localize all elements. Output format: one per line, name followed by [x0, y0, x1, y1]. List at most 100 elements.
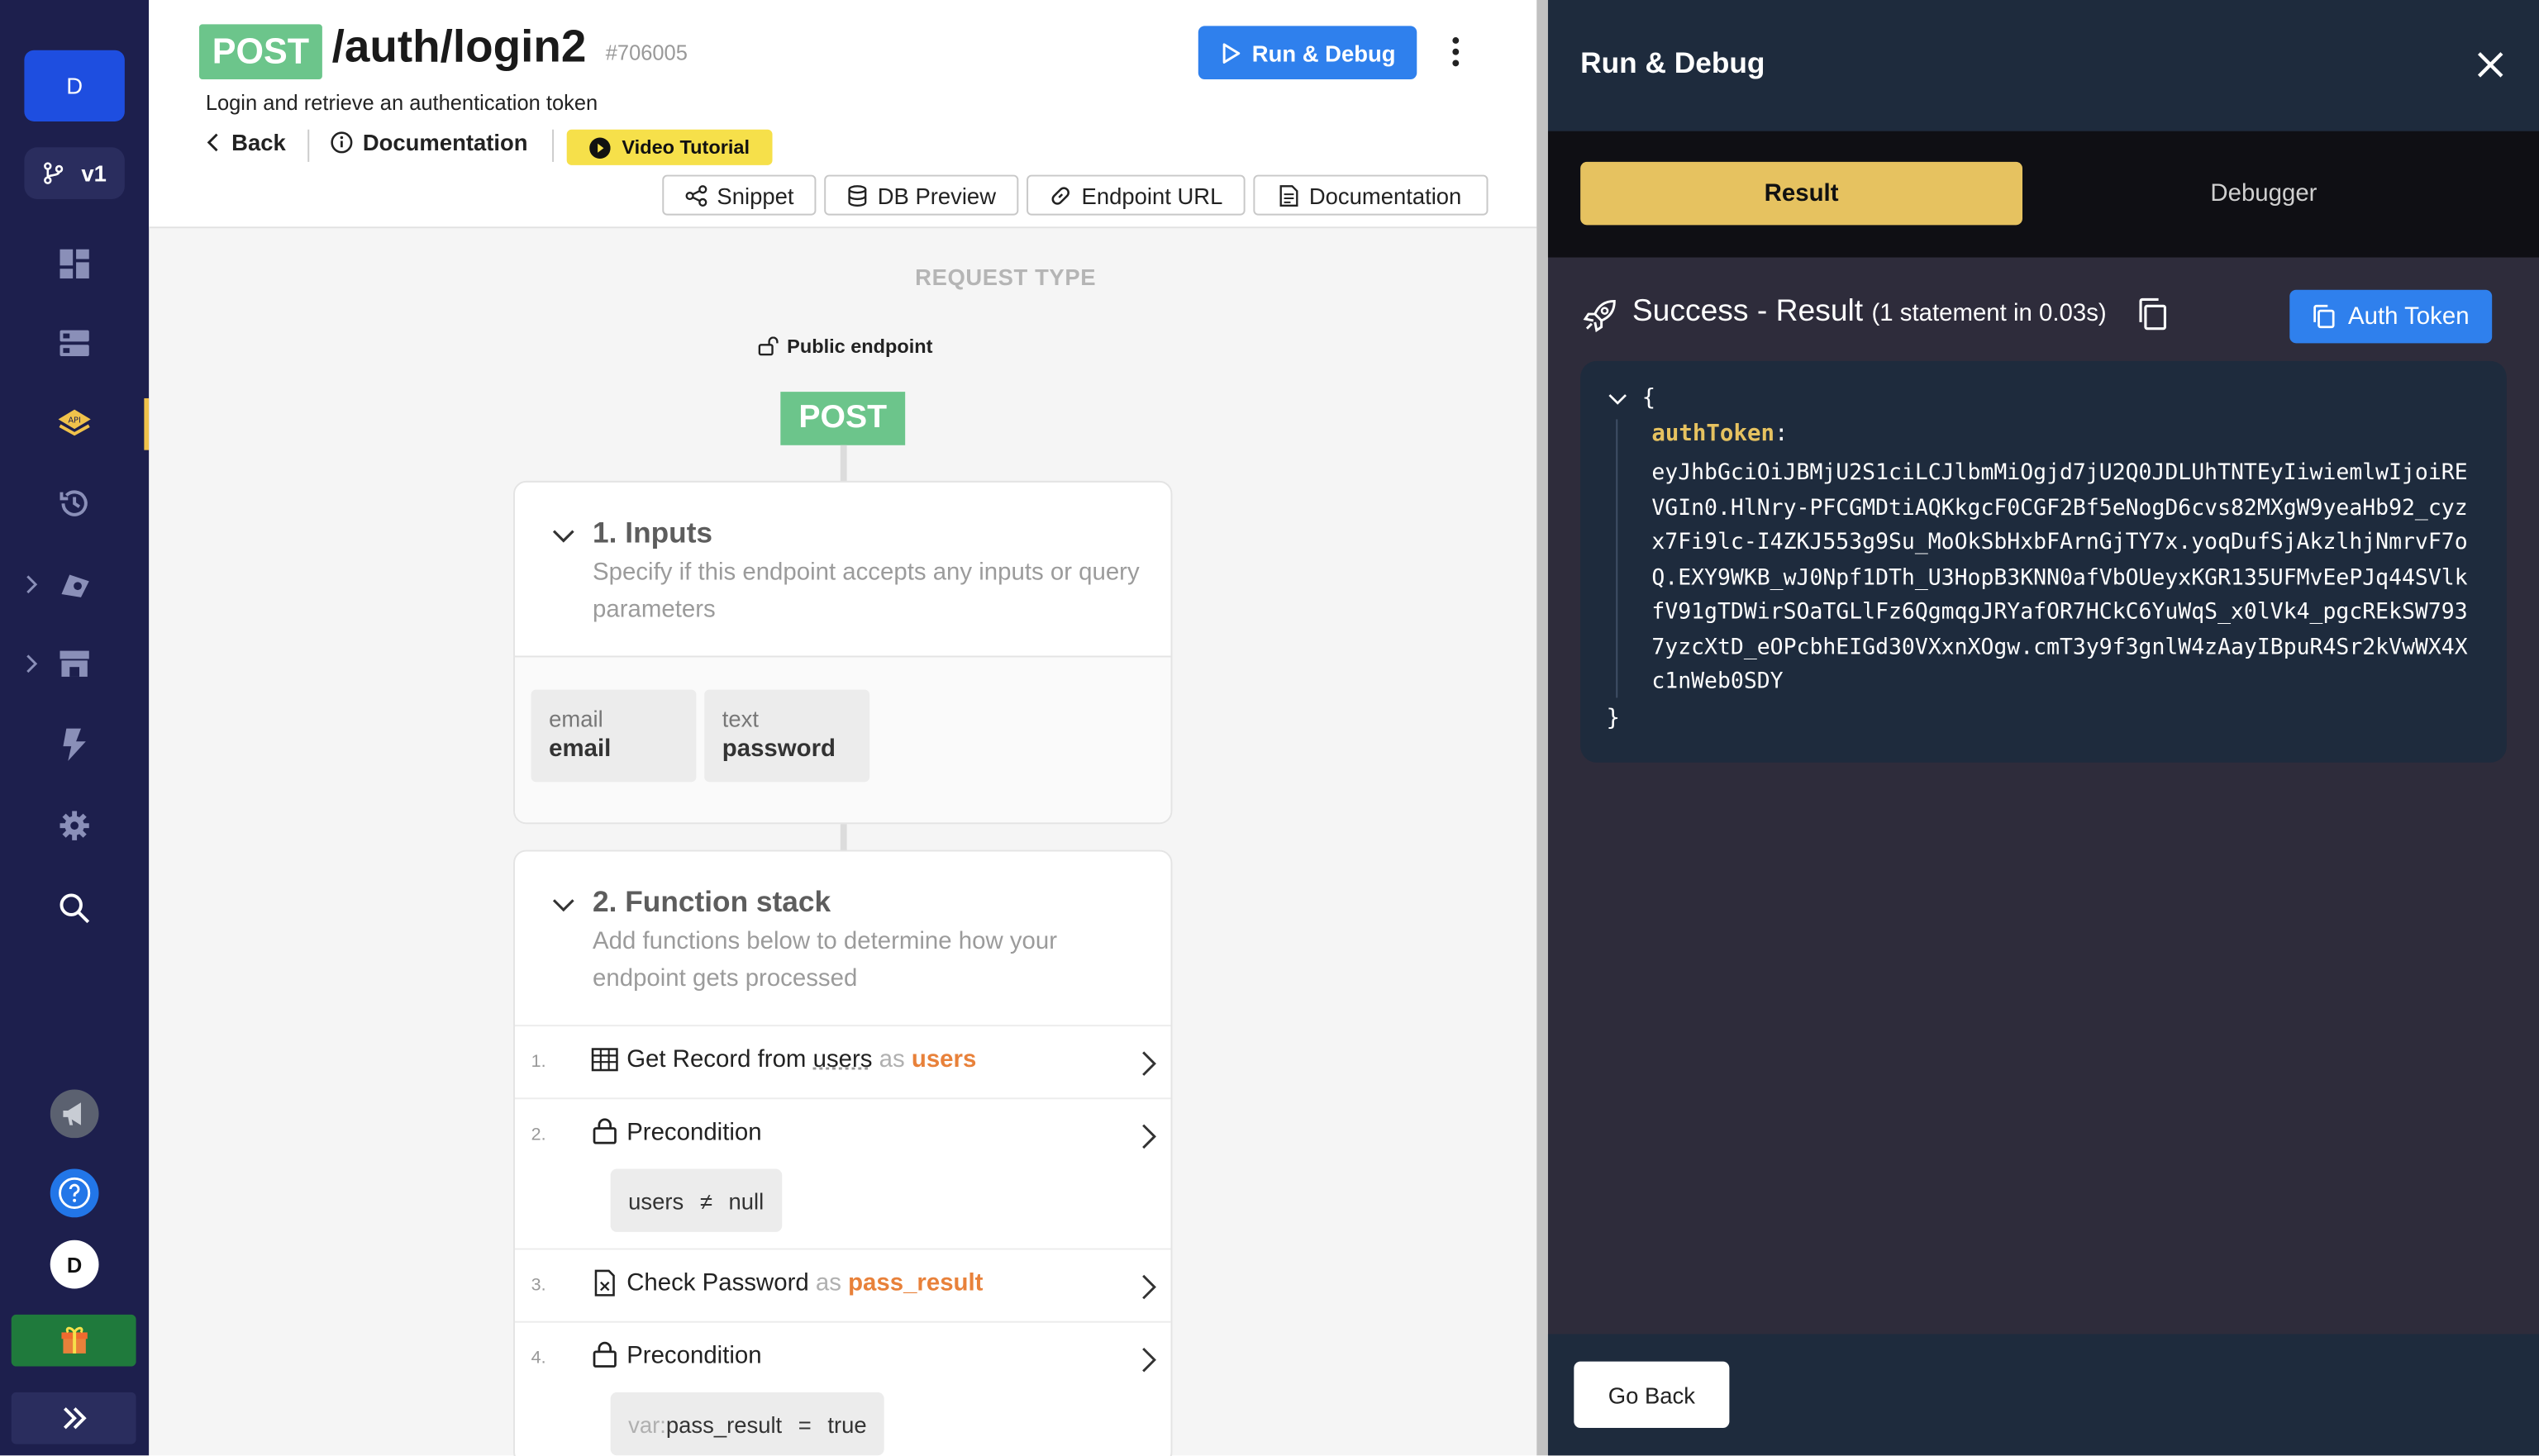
input-chip-email[interactable]: email email: [531, 689, 697, 783]
endpoint-header: POST /auth/login2 #706005 Login and retr…: [149, 0, 1537, 229]
condition-prefix: var:: [628, 1411, 666, 1437]
marketplace-icon[interactable]: [49, 638, 101, 690]
copy-icon[interactable]: [2136, 297, 2168, 332]
history-icon[interactable]: [49, 478, 101, 530]
step-label: Precondition: [626, 1118, 762, 1147]
link-icon: [1051, 186, 1069, 204]
endpoint-description: Login and retrieve an authentication tok…: [205, 90, 598, 116]
function-step[interactable]: 3. Check Password as pass_result: [515, 1248, 1171, 1321]
step-number: 2.: [531, 1125, 546, 1145]
scrollbar[interactable]: [1536, 0, 1548, 1456]
settings-icon[interactable]: [49, 800, 101, 852]
expand-icon[interactable]: [11, 1392, 136, 1444]
document-icon: [1280, 184, 1299, 207]
condition-right: null: [728, 1187, 765, 1214]
panel-header: Run & Debug: [1547, 0, 2539, 131]
condition-operator: ≠: [699, 1187, 712, 1214]
run-debug-button[interactable]: Run & Debug: [1198, 26, 1417, 79]
gift-icon[interactable]: [11, 1314, 136, 1367]
db-preview-button[interactable]: DB Preview: [824, 174, 1019, 216]
lock-icon: [593, 1118, 617, 1144]
step-as: as: [879, 1045, 905, 1073]
expand-marketplace-chevron-icon[interactable]: [22, 648, 42, 680]
json-value[interactable]: eyJhbGciOiJBMjU2S1ciLCJlbmMiOgjd7jU2Q0JD…: [1651, 456, 2480, 700]
search-icon[interactable]: [49, 883, 101, 935]
step-number: 1.: [531, 1052, 546, 1072]
condition-expression[interactable]: users ≠ null: [610, 1168, 782, 1232]
database-icon: [848, 184, 867, 207]
triggers-icon[interactable]: [49, 719, 101, 771]
input-type: text: [722, 706, 760, 732]
input-name: password: [722, 735, 836, 763]
back-label: Back: [231, 129, 286, 156]
collapse-chevron-icon[interactable]: [1608, 390, 1627, 410]
json-key: authToken:: [1651, 421, 1789, 447]
copy-icon: [2313, 304, 2335, 329]
connector: [840, 445, 847, 483]
play-circle-icon: [589, 136, 611, 159]
help-icon[interactable]: [50, 1168, 99, 1218]
inputs-list: email email text password: [515, 655, 1171, 823]
chevron-down-icon[interactable]: [550, 523, 576, 549]
endpoint-url-button[interactable]: Endpoint URL: [1027, 174, 1246, 216]
divider: [307, 129, 310, 162]
password-file-icon: [594, 1269, 615, 1297]
status-detail: (1 statement in 0.03s): [1871, 299, 2107, 327]
step-number: 4.: [531, 1348, 546, 1368]
input-chip-password[interactable]: text password: [704, 689, 870, 783]
panel-tabs: Result Debugger: [1547, 131, 2539, 258]
inputs-card: 1. Inputs Specify if this endpoint accep…: [513, 480, 1173, 825]
user-avatar[interactable]: D: [50, 1240, 99, 1289]
expand-addons-chevron-icon[interactable]: [22, 569, 42, 601]
workspace-avatar[interactable]: D: [24, 50, 125, 121]
version-selector[interactable]: v1: [24, 147, 125, 199]
documentation-label: Documentation: [362, 129, 528, 156]
result-status: Success - Result (1 statement in 0.03s): [1632, 295, 2107, 331]
branch-icon: [44, 162, 64, 184]
lock-icon: [593, 1341, 617, 1368]
rocket-icon: [1583, 299, 1616, 333]
video-tutorial-button[interactable]: Video Tutorial: [566, 129, 773, 165]
addons-icon[interactable]: [49, 559, 101, 611]
function-step[interactable]: 2. Precondition users ≠ null: [515, 1097, 1171, 1248]
video-tutorial-label: Video Tutorial: [622, 136, 750, 159]
chevron-right-icon[interactable]: [1138, 1273, 1158, 1301]
documentation-link[interactable]: Documentation: [331, 129, 528, 156]
snippet-button[interactable]: Snippet: [662, 174, 817, 216]
tab-debugger[interactable]: Debugger: [2045, 162, 2482, 225]
db-preview-label: DB Preview: [877, 182, 997, 208]
documentation-button[interactable]: Documentation: [1253, 174, 1489, 216]
snippet-label: Snippet: [717, 182, 794, 208]
result-viewer: { authToken: eyJhbGciOiJBMjU2S1ciLCJlbmM…: [1580, 360, 2507, 763]
dashboard-icon[interactable]: [49, 238, 101, 290]
step-number: 3.: [531, 1275, 546, 1296]
chevron-down-icon[interactable]: [550, 892, 576, 918]
back-link[interactable]: Back: [206, 130, 286, 155]
more-options-icon[interactable]: [1440, 32, 1472, 71]
chevron-right-icon[interactable]: [1138, 1345, 1158, 1374]
step-as: as: [815, 1268, 841, 1297]
condition-operator: =: [798, 1411, 812, 1437]
condition-expression[interactable]: var:pass_result = true: [610, 1392, 885, 1456]
tab-result[interactable]: Result: [1580, 161, 2023, 226]
function-step[interactable]: 4. Precondition var:pass_result = true: [515, 1320, 1171, 1456]
endpoint-path: /auth/login2: [331, 21, 587, 72]
api-icon[interactable]: API: [49, 398, 101, 450]
step-var: pass_result: [848, 1268, 984, 1297]
chevron-right-icon[interactable]: [1138, 1049, 1158, 1078]
public-endpoint-label[interactable]: Public endpoint: [758, 335, 1082, 358]
function-stack-title: 2. Function stack: [593, 885, 831, 918]
request-method-badge[interactable]: POST: [780, 392, 906, 445]
chevron-left-icon: [207, 133, 218, 152]
auth-token-button[interactable]: Auth Token: [2289, 289, 2493, 344]
go-back-button[interactable]: Go Back: [1574, 1361, 1730, 1428]
announcements-icon[interactable]: [49, 1088, 101, 1140]
json-guide-line: [1616, 419, 1618, 698]
database-icon[interactable]: [49, 317, 101, 369]
close-icon[interactable]: [2475, 49, 2507, 81]
inputs-title: 1. Inputs: [593, 516, 713, 550]
chevron-right-icon[interactable]: [1138, 1122, 1158, 1151]
svg-text:API: API: [68, 416, 80, 425]
function-step[interactable]: 1. Get Record from users as users: [515, 1025, 1171, 1097]
status-text: Success - Result: [1632, 294, 1864, 329]
